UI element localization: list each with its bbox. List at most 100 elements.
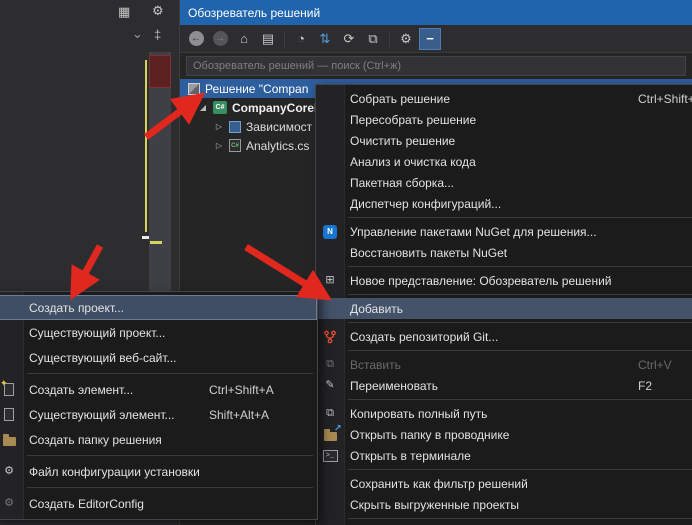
tool-window-title: Обозреватель решений — [188, 6, 320, 20]
solution-context-menu: Собрать решение Ctrl+Shift+B Пересобрать… — [315, 84, 692, 525]
menu-item-create-git-repository[interactable]: Создать репозиторий Git... — [316, 326, 692, 347]
menu-item-label: Добавить — [344, 302, 638, 316]
menu-item-new-solution-explorer-view[interactable]: ⊞ Новое представление: Обозреватель реше… — [316, 270, 692, 291]
menu-item-paste[interactable]: ⧉ Вставить Ctrl+V — [316, 354, 692, 375]
menu-item-save-as-solution-filter[interactable]: Сохранить как фильтр решений — [316, 473, 692, 494]
menu-separator — [348, 322, 692, 323]
switch-views-icon: ▤ — [262, 31, 274, 47]
menu-item-label: Существующий проект... — [23, 326, 209, 340]
menu-item-label: Пакетная сборка... — [344, 176, 638, 190]
menu-item-configuration-manager[interactable]: Диспетчер конфигураций... — [316, 193, 692, 214]
submenu-item-create-editorconfig[interactable]: ⚙ Создать EditorConfig — [0, 491, 317, 516]
pending-changes-icon: ◔ — [297, 31, 305, 46]
toolbar-separator — [284, 31, 285, 47]
menu-item-label: Создать репозиторий Git... — [344, 330, 638, 344]
menu-item-rename[interactable]: ✎ Переименовать F2 — [316, 375, 692, 396]
menu-separator — [27, 373, 313, 374]
home-button[interactable]: ⌂ — [233, 28, 255, 50]
menu-item-label: Пересобрать решение — [344, 113, 638, 127]
menu-item-label: Собрать решение — [344, 92, 638, 106]
toolbar-separator — [389, 31, 390, 47]
menu-item-rebuild-solution[interactable]: Пересобрать решение — [316, 109, 692, 130]
nuget-icon: N — [323, 225, 337, 239]
collapsed-arrow-icon[interactable]: ▷ — [214, 122, 224, 131]
menu-item-manage-nuget-packages[interactable]: N Управление пакетами NuGet для решения.… — [316, 221, 692, 242]
tree-item-label: Зависимост — [246, 120, 312, 134]
scrollbar-change-mark — [150, 241, 162, 244]
menu-item-build-solution[interactable]: Собрать решение Ctrl+Shift+B — [316, 88, 692, 109]
collapsed-arrow-icon[interactable]: ▷ — [214, 141, 224, 150]
menu-item-add[interactable]: Добавить — [316, 298, 692, 319]
solution-icon — [188, 83, 200, 95]
menu-item-label: Очистить решение — [344, 134, 638, 148]
csharp-project-icon: C# — [213, 101, 227, 114]
switch-views-button[interactable]: ▤ — [257, 28, 279, 50]
menu-item-label: Существующий веб-сайт... — [23, 351, 209, 365]
pending-changes-button[interactable]: ◔ — [290, 28, 312, 50]
menu-item-restore-nuget-packages[interactable]: Восстановить пакеты NuGet — [316, 242, 692, 263]
menu-icon-slot: ↗ — [316, 429, 344, 441]
csharp-file-icon: C# — [229, 139, 241, 152]
menu-item-open-in-terminal[interactable]: >_ Открыть в терминале — [316, 445, 692, 466]
submenu-item-new-project[interactable]: Создать проект... — [0, 295, 317, 320]
menu-item-copy-full-path[interactable]: ⧉ Копировать полный путь — [316, 403, 692, 424]
menu-item-shortcut: Ctrl+Shift+A — [209, 383, 309, 397]
menu-item-clean-solution[interactable]: Очистить решение — [316, 130, 692, 151]
menu-item-label: Диспетчер конфигураций... — [344, 197, 638, 211]
refresh-button[interactable]: ⟳ — [338, 28, 360, 50]
collapse-all-icon: − — [426, 31, 434, 46]
back-icon: ← — [189, 31, 204, 46]
open-folder-icon: ↗ — [324, 432, 337, 441]
tool-window-titlebar[interactable]: Обозреватель решений — [180, 0, 692, 25]
add-submenu: Создать проект... Существующий проект...… — [0, 291, 318, 520]
splitter-icon[interactable]: ‡ — [154, 27, 161, 43]
menu-item-open-folder-in-explorer[interactable]: ↗ Открыть папку в проводнике — [316, 424, 692, 445]
forward-button[interactable]: → — [209, 28, 231, 50]
star-icon: ✦ — [0, 378, 8, 389]
submenu-item-new-item[interactable]: ✦ Создать элемент... Ctrl+Shift+A — [0, 377, 317, 402]
editor-scrollbar-track[interactable] — [149, 52, 171, 300]
change-tracking-mark — [145, 60, 147, 232]
menu-item-label: Управление пакетами NuGet для решения... — [344, 225, 638, 239]
editor-scrollbar-thumb[interactable] — [149, 55, 171, 88]
submenu-item-existing-website[interactable]: Существующий веб-сайт... — [0, 345, 317, 370]
menu-separator — [348, 399, 692, 400]
menu-separator — [348, 469, 692, 470]
refresh-icon: ⟳ — [344, 31, 355, 47]
menu-item-code-cleanup[interactable]: Анализ и очистка кода — [316, 151, 692, 172]
expanded-arrow-icon[interactable]: ◢ — [198, 103, 208, 112]
submenu-item-setup-configuration-file[interactable]: ⚙ Файл конфигурации установки — [0, 459, 317, 484]
menu-icon-slot: ⚙ — [0, 466, 23, 477]
menu-item-batch-build[interactable]: Пакетная сборка... — [316, 172, 692, 193]
show-all-files-button[interactable]: ⧉ — [362, 28, 384, 50]
menu-item-label: Файл конфигурации установки — [23, 465, 209, 479]
menu-item-label: Существующий элемент... — [23, 408, 209, 422]
chevron-down-icon[interactable]: ⌄ — [132, 26, 143, 42]
menu-separator — [348, 217, 692, 218]
gear-icon[interactable]: ⚙ — [152, 3, 164, 19]
tree-item-label: Analytics.cs — [246, 139, 309, 153]
menu-item-label: Вставить — [344, 358, 638, 372]
menu-separator — [348, 294, 692, 295]
menu-item-hide-unloaded-projects[interactable]: Скрыть выгруженные проекты — [316, 494, 692, 515]
menu-item-label: Создать элемент... — [23, 383, 209, 397]
menu-item-label: Сохранить как фильтр решений — [344, 477, 638, 491]
menu-icon-slot — [0, 434, 23, 446]
menu-icon-slot: N — [316, 225, 344, 239]
collapse-all-button[interactable]: − — [419, 28, 441, 50]
submenu-item-existing-project[interactable]: Существующий проект... — [0, 320, 317, 345]
copy-icon: ⧉ — [326, 408, 334, 419]
menu-icon-slot: ⊞ — [316, 275, 344, 286]
back-button[interactable]: ← — [185, 28, 207, 50]
submenu-item-new-solution-folder[interactable]: Создать папку решения — [0, 427, 317, 452]
submenu-item-existing-item[interactable]: Существующий элемент... Shift+Alt+A — [0, 402, 317, 427]
menu-separator — [27, 487, 313, 488]
properties-button[interactable]: ⚙ — [395, 28, 417, 50]
solution-explorer-search-input[interactable] — [186, 56, 686, 76]
menu-separator — [348, 266, 692, 267]
sync-with-active-document-button[interactable]: ⇅ — [314, 28, 336, 50]
menu-item-label: Анализ и очистка кода — [344, 155, 638, 169]
show-all-files-icon: ⧉ — [368, 31, 377, 47]
menu-item-label: Скрыть выгруженные проекты — [344, 498, 638, 512]
window-grid-icon[interactable]: ▦ — [118, 4, 130, 20]
